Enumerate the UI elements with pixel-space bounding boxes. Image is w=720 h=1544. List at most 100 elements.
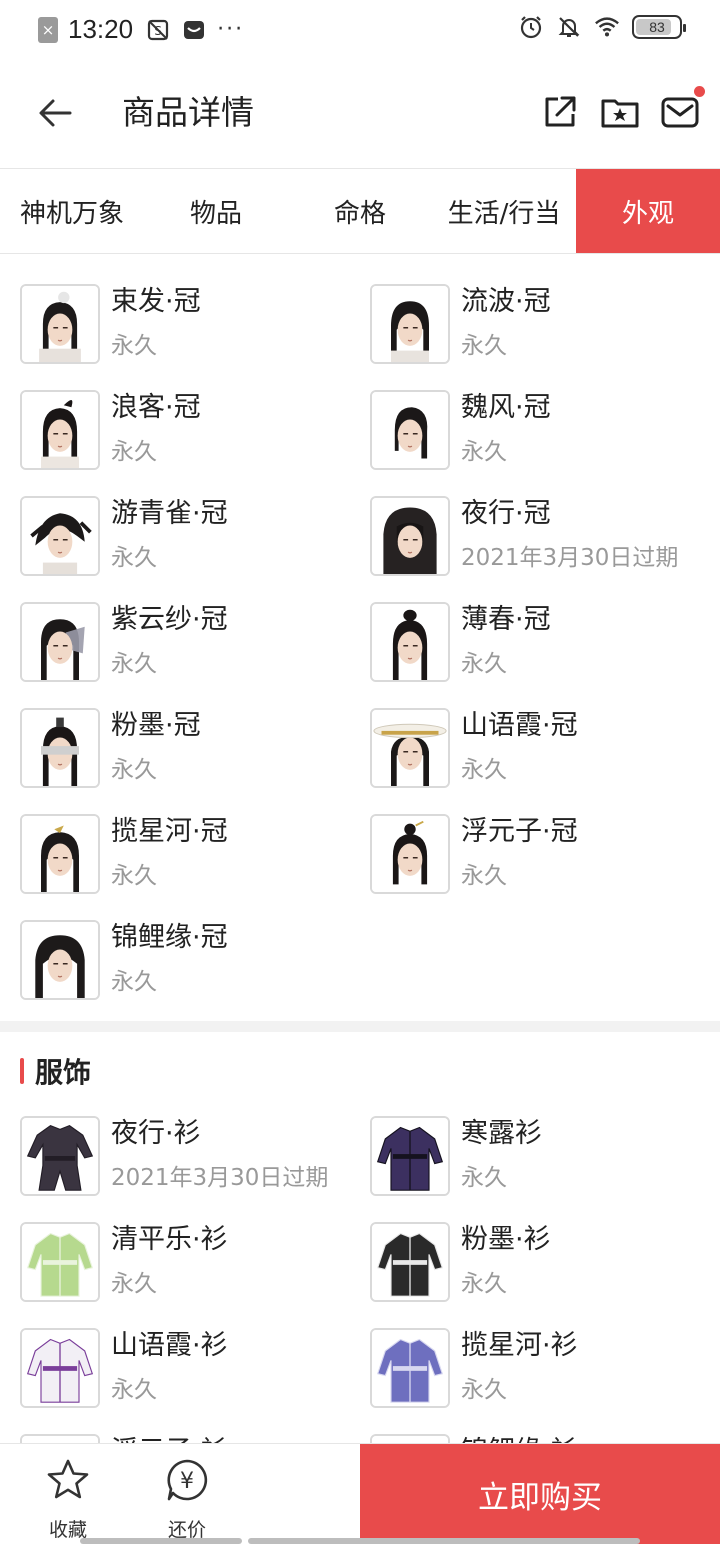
item-name: 锦鲤缘·冠 (111, 922, 228, 953)
clothing-section-header: 服饰 (20, 1054, 92, 1089)
wifi-icon (594, 14, 620, 40)
item-name: 夜行·冠 (461, 498, 551, 529)
clothing-item[interactable]: 清平乐·衫 永久 (20, 1222, 360, 1304)
tab-mingge[interactable]: 命格 (288, 169, 432, 253)
favorite-folder-button[interactable] (598, 90, 642, 134)
tab-shenji-wanxiang[interactable]: 神机万象 (0, 169, 144, 253)
item-duration: 永久 (461, 863, 507, 889)
hat-item[interactable]: 游青雀·冠永久 (20, 496, 360, 578)
hat-item[interactable]: 紫云纱·冠永久 (20, 602, 360, 684)
hairpin-icon (20, 814, 100, 894)
item-duration: 永久 (461, 333, 507, 359)
svg-text:¥: ¥ (180, 1469, 194, 1494)
clothing-item[interactable]: 山语霞·衫 永久 (20, 1328, 360, 1410)
hat-item[interactable]: 山语霞·冠永久 (370, 708, 710, 790)
item-name: 浮元子·冠 (461, 816, 578, 847)
mail-icon (661, 97, 699, 128)
category-tabs: 神机万象 物品 命格 生活/行当 外观 (0, 169, 720, 254)
favorite-button[interactable]: 收藏 (28, 1458, 108, 1541)
tab-life-profession[interactable]: 生活/行当 (432, 169, 576, 253)
dark-outfit-icon (20, 1116, 100, 1196)
message-button[interactable] (658, 86, 705, 134)
page-title: 商品详情 (122, 93, 254, 132)
star-folder-icon (601, 99, 639, 128)
clothing-item[interactable]: 揽星河·衫永久 (370, 1328, 710, 1410)
share-button[interactable] (538, 90, 582, 134)
hat-item[interactable]: 薄春·冠 永久 (370, 602, 710, 684)
bargain-button[interactable]: ¥ 还价 (147, 1458, 227, 1541)
hat-item[interactable]: 流波·冠永久 (370, 284, 710, 366)
hat-item[interactable]: 浮元子·冠永久 (370, 814, 710, 896)
status-bar-left: × 13:20 S ··· (38, 14, 244, 45)
item-name: 寒露衫 (461, 1118, 542, 1149)
item-duration: 永久 (111, 545, 157, 571)
item-duration: 永久 (461, 1271, 507, 1297)
status-bar-right: 83 (518, 14, 686, 40)
item-name: 揽星河·冠 (111, 816, 228, 847)
section-marker (20, 1058, 24, 1084)
hat-item[interactable]: 粉墨·冠永久 (20, 708, 360, 790)
item-name: 清平乐·衫 (111, 1224, 228, 1255)
item-name: 紫云纱·冠 (111, 604, 228, 635)
item-name: 粉墨·冠 (111, 710, 201, 741)
item-duration: 永久 (461, 1377, 507, 1403)
purple-robe-icon (370, 1116, 450, 1196)
item-name: 浪客·冠 (111, 392, 201, 423)
back-button[interactable] (30, 88, 80, 138)
item-name: 束发·冠 (111, 286, 201, 317)
item-duration: 永久 (111, 757, 157, 783)
item-duration: 永久 (111, 1377, 157, 1403)
more-notifications-icon: ··· (217, 17, 245, 42)
item-duration: 永久 (111, 333, 157, 359)
hat-item[interactable]: 锦鲤缘·冠永久 (20, 920, 360, 1002)
buy-now-button[interactable]: 立即购买 (360, 1444, 720, 1544)
hat-item[interactable]: 魏风·冠 永久 (370, 390, 710, 472)
item-name: 粉墨·衫 (461, 1224, 551, 1255)
home-indicator-segment (80, 1538, 242, 1544)
battery-percent: 83 (649, 19, 665, 35)
item-name: 山语霞·冠 (461, 710, 578, 741)
veil-hair-icon (20, 602, 100, 682)
item-name: 揽星河·衫 (461, 1330, 578, 1361)
green-robe-icon (20, 1222, 100, 1302)
no-sim-icon: S (145, 17, 171, 43)
wild-hair-icon (20, 496, 100, 576)
bun-ornament-icon (370, 814, 450, 894)
blue-robe-icon (370, 1328, 450, 1408)
battery-icon: 83 (632, 15, 686, 39)
star-icon (47, 1459, 89, 1499)
hat-item[interactable]: 浪客·冠永久 (20, 390, 360, 472)
tab-appearance[interactable]: 外观 (576, 169, 720, 253)
topknot-icon (370, 602, 450, 682)
item-duration: 永久 (461, 757, 507, 783)
hat-item[interactable]: 束发·冠永久 (20, 284, 360, 366)
bargain-yuan-icon: ¥ (167, 1459, 208, 1501)
message-icon (181, 17, 207, 43)
clothing-item[interactable]: 粉墨·衫永久 (370, 1222, 710, 1304)
item-duration: 永久 (461, 1165, 507, 1191)
item-name: 夜行·衫 (111, 1118, 201, 1149)
clothing-section-title: 服饰 (35, 1056, 92, 1089)
hair-bun-icon (20, 284, 100, 364)
blindfold-icon (20, 708, 100, 788)
short-hair-icon (370, 390, 450, 470)
item-duration: 永久 (111, 969, 157, 995)
clothing-item[interactable]: 夜行·衫 2021年3月30日过期 (20, 1116, 360, 1198)
straw-hat-icon (370, 708, 450, 788)
item-duration: 2021年3月30日过期 (461, 545, 679, 571)
item-name: 游青雀·冠 (111, 498, 228, 529)
item-duration: 永久 (111, 651, 157, 677)
hood-icon (370, 496, 450, 576)
hat-item[interactable]: 揽星河·冠 永久 (20, 814, 360, 896)
notification-dot (694, 86, 705, 97)
tab-items[interactable]: 物品 (144, 169, 288, 253)
item-name: 流波·冠 (461, 286, 551, 317)
ink-robe-icon (370, 1222, 450, 1302)
white-purple-robe-icon (20, 1328, 100, 1408)
clothing-item[interactable]: 寒露衫 永久 (370, 1116, 710, 1198)
item-duration: 永久 (111, 439, 157, 465)
section-divider (0, 1021, 720, 1032)
hat-item[interactable]: 夜行·冠 2021年3月30日过期 (370, 496, 710, 578)
mute-icon (556, 14, 582, 40)
home-indicator-segment (248, 1538, 640, 1544)
